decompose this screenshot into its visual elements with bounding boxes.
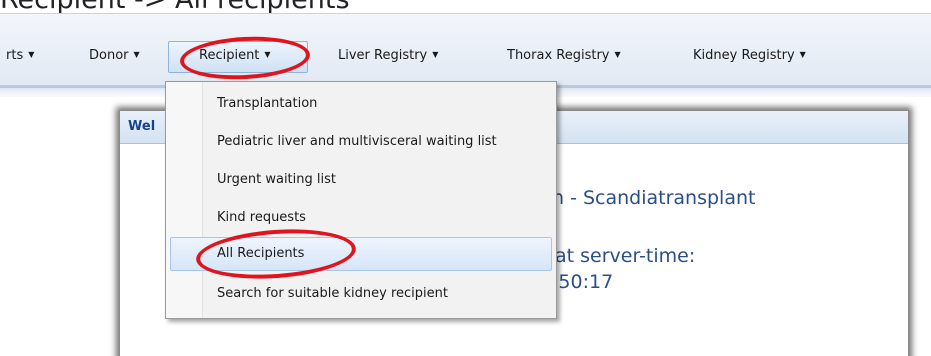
menu-item-label: All Recipients [217,246,305,261]
menu-item-transplantation[interactable]: Transplantation [170,87,552,121]
chevron-down-icon: ▼ [264,50,271,59]
chevron-down-icon: ▼ [133,50,140,59]
menu-item-label: Pediatric liver and multivisceral waitin… [217,134,497,149]
menu-item-urgent-waiting-list[interactable]: Urgent waiting list [170,163,552,197]
menu-reports[interactable]: rts ▼ [6,48,34,63]
chevron-down-icon: ▼ [432,50,439,59]
chevron-down-icon: ▼ [614,50,621,59]
welcome-text-line1: n - Scandiatransplant [552,187,756,209]
menu-donor[interactable]: Donor ▼ [89,48,140,63]
chevron-down-icon: ▼ [799,50,806,59]
menu-liver-registry[interactable]: Liver Registry ▼ [338,48,438,63]
menu-recipient-label: Recipient [199,48,260,63]
menu-item-kind-requests[interactable]: Kind requests [170,201,552,235]
menu-item-label: Search for suitable kidney recipient [217,286,448,301]
menu-item-label: Transplantation [217,96,318,111]
menu-item-search-kidney-recipient[interactable]: Search for suitable kidney recipient [170,277,552,311]
menu-thorax-registry-label: Thorax Registry [507,48,610,63]
menu-liver-registry-label: Liver Registry [338,48,428,63]
welcome-text-line2: at server-time: [555,245,696,267]
menu-item-label: Urgent waiting list [217,172,336,187]
menu-item-pediatric-waiting-list[interactable]: Pediatric liver and multivisceral waitin… [170,125,552,159]
welcome-panel-title: Wel [128,119,156,134]
menu-kidney-registry[interactable]: Kidney Registry ▼ [693,48,806,63]
menu-item-all-recipients[interactable]: All Recipients [170,237,552,271]
menu-recipient[interactable]: Recipient ▼ [199,48,271,63]
menu-kidney-registry-label: Kidney Registry [693,48,795,63]
menu-donor-label: Donor [89,48,129,63]
menu-thorax-registry[interactable]: Thorax Registry ▼ [507,48,621,63]
screenshot: Recipient -> All recipients rts▼ Donor▼ … [0,0,931,356]
menu-reports-label: rts [6,48,24,63]
recipient-dropdown-menu: Transplantation Pediatric liver and mult… [165,81,557,319]
chevron-down-icon: ▼ [28,50,35,59]
menu-item-label: Kind requests [217,210,306,225]
welcome-text-line3: :50:17 [552,271,614,293]
